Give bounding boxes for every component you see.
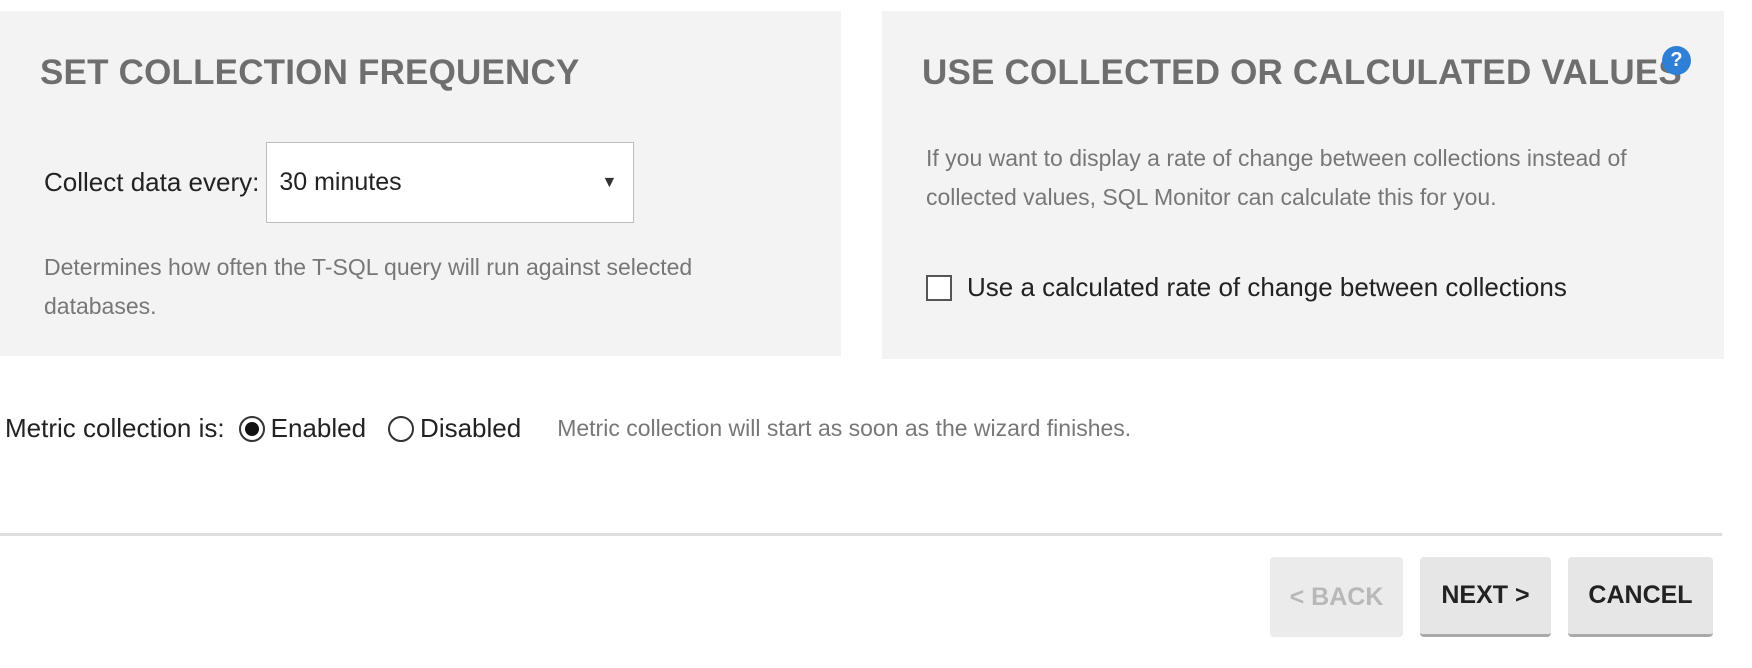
calculated-rate-option[interactable]: Use a calculated rate of change between … (926, 272, 1567, 303)
frequency-select[interactable]: 30 minutes ▼ (266, 142, 635, 223)
frequency-panel-title: SET COLLECTION FREQUENCY (40, 53, 580, 92)
disabled-radio[interactable] (388, 415, 415, 442)
footer-divider (0, 533, 1722, 536)
enabled-label[interactable]: Enabled (271, 413, 366, 444)
frequency-help-text: Determines how often the T-SQL query wil… (44, 254, 693, 319)
next-button[interactable]: NEXT > (1420, 557, 1551, 637)
enabled-option[interactable]: Enabled (238, 413, 366, 444)
collect-row: Collect data every: 30 minutes ▼ (44, 142, 635, 223)
disabled-option[interactable]: Disabled (388, 413, 521, 444)
collect-label: Collect data every: (44, 167, 260, 197)
metric-collection-label: Metric collection is: (5, 413, 225, 443)
disabled-label[interactable]: Disabled (420, 413, 521, 444)
collected-values-panel: USE COLLECTED OR CALCULATED VALUES ? If … (882, 11, 1724, 359)
back-button[interactable]: < BACK (1270, 557, 1403, 637)
radio-selected-dot (244, 421, 259, 436)
enabled-radio[interactable] (238, 415, 265, 442)
metric-collection-note: Metric collection will start as soon as … (557, 415, 1132, 441)
metric-collection-row: Metric collection is: Enabled Disabled M… (5, 413, 1131, 444)
frequency-select-value: 30 minutes (279, 168, 402, 196)
collection-frequency-panel: SET COLLECTION FREQUENCY Collect data ev… (0, 11, 841, 356)
help-icon[interactable]: ? (1662, 46, 1691, 75)
caret-down-icon: ▼ (601, 173, 618, 191)
values-panel-title: USE COLLECTED OR CALCULATED VALUES (922, 53, 1682, 92)
values-help-text: If you want to display a rate of change … (926, 145, 1627, 210)
cancel-button[interactable]: CANCEL (1568, 557, 1713, 637)
calculated-rate-label[interactable]: Use a calculated rate of change between … (967, 272, 1567, 303)
calculated-rate-checkbox[interactable] (926, 274, 952, 301)
